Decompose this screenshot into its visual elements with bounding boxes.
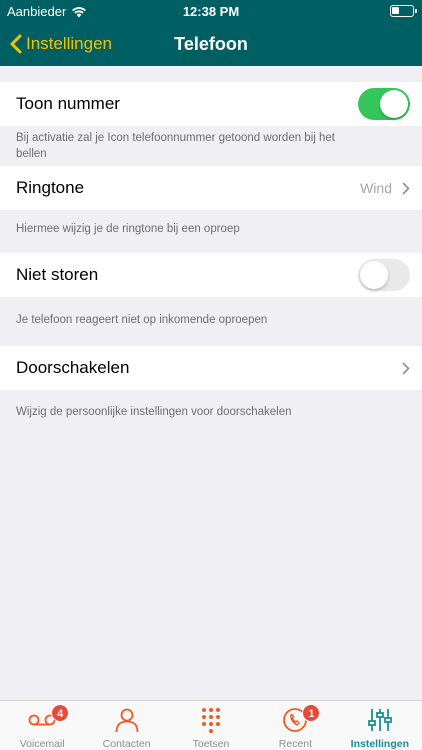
page-title: Telefoon <box>174 34 248 54</box>
nav-bar: Instellingen Telefoon <box>0 22 422 66</box>
tab-recent[interactable]: 1 Recent <box>253 701 337 750</box>
sliders-icon <box>367 709 392 731</box>
setting-label: Niet storen <box>16 265 99 284</box>
keypad-icon <box>202 708 221 733</box>
battery-icon <box>390 5 417 17</box>
tab-label: Toetsen <box>192 738 230 750</box>
setting-description: Wijzig de persoonlijke instellingen voor… <box>16 406 292 418</box>
recent-badge: 1 <box>302 704 321 722</box>
niet-storen-toggle[interactable] <box>358 259 410 291</box>
toon-nummer-toggle[interactable] <box>358 88 410 120</box>
tab-label: Instellingen <box>350 738 409 750</box>
setting-row-niet-storen[interactable]: Niet storen <box>0 253 422 297</box>
tab-label: Voicemail <box>19 738 65 750</box>
chevron-right-icon <box>402 182 410 194</box>
status-bar: Aanbieder 12:38 PM <box>0 0 422 22</box>
tab-label: Contacten <box>102 738 151 750</box>
setting-description: Je telefoon reageert niet op inkomende o… <box>16 314 268 326</box>
tab-bar: 4 Voicemail Contacten Toetsen 1 Recent I… <box>0 700 422 750</box>
setting-row-ringtone[interactable]: Ringtone Wind <box>0 166 422 210</box>
tab-instellingen[interactable]: Instellingen <box>338 701 422 750</box>
setting-row-toon-nummer[interactable]: Toon nummer <box>0 82 422 126</box>
tab-contacten[interactable]: Contacten <box>84 701 168 750</box>
tab-voicemail[interactable]: 4 Voicemail <box>0 701 84 750</box>
chevron-right-icon <box>402 362 410 374</box>
tab-label: Recent <box>278 738 313 750</box>
voicemail-badge: 4 <box>51 704 70 722</box>
tab-toetsen[interactable]: Toetsen <box>169 701 253 750</box>
person-icon <box>115 708 139 733</box>
setting-label: Toon nummer <box>16 94 120 113</box>
setting-label: Doorschakelen <box>16 358 130 377</box>
setting-description: Hiermee wijzig je de ringtone bij een op… <box>16 223 240 235</box>
setting-description: Bij activatie zal je Icon telefoonnummer… <box>16 132 335 160</box>
ringtone-value: Wind <box>360 180 392 196</box>
setting-label: Ringtone <box>16 178 85 197</box>
header: Aanbieder 12:38 PM Instellingen Telefoon <box>0 0 422 66</box>
setting-row-doorschakelen[interactable]: Doorschakelen <box>0 346 422 390</box>
status-time: 12:38 PM <box>182 4 240 19</box>
